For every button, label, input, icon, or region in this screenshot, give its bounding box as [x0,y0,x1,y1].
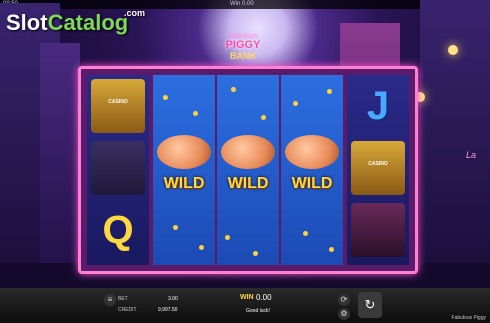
coin [261,115,266,120]
lady-symbol [351,203,405,257]
reel-1: CASINO Q [87,75,149,265]
logo-line3: BANK [230,51,256,61]
coin [231,87,236,92]
coin [303,231,308,236]
credit-label: CREDIT [118,307,137,313]
coin [329,247,334,252]
credit-value: 9,997.50 [158,307,178,313]
coin-stack-icon[interactable]: ≡ [104,294,116,306]
coin [225,235,230,240]
j-symbol: J [366,84,390,128]
watermark-logo: SlotCatalog .com [6,8,145,36]
reel-5: J CASINO [347,75,409,265]
coin [173,225,178,230]
building-right [420,0,490,263]
watermark-com: .com [124,8,146,18]
game-name: Fabulous Piggy [451,315,486,321]
piggy-bank-wild [221,135,275,169]
coin [327,89,332,94]
reel-frame: CASINO Q WILD WILD WILD J CASINO [78,66,418,274]
top-status-bar: 09:50 Win 0.00 Be [0,0,490,9]
game-screen: 09:50 Win 0.00 Be La SlotCatalog .com Fa… [0,0,490,323]
coin [163,95,168,100]
reel-3: WILD [217,75,279,265]
casino-symbol: CASINO [91,79,145,133]
coin [253,251,258,256]
q-symbol: Q [102,208,134,252]
pig-boss-symbol [91,141,145,195]
neon-sign: La [466,150,477,160]
coin [293,101,298,106]
casino-label: CASINO [108,99,128,105]
watermark-catalog: Catalog [47,10,129,35]
gear-icon[interactable]: ⚙ [338,308,350,320]
wild-label: WILD [291,175,333,192]
piggy-bank-wild [285,135,339,169]
spin-button[interactable]: ↻ [358,292,382,318]
building-left-2 [40,43,80,263]
win-value: 0.00 [256,293,272,302]
coin [193,111,198,116]
wild-label: WILD [163,175,205,192]
reel-2: WILD [153,75,215,265]
win-label: WIN [240,294,254,301]
wild-label: WILD [227,175,269,192]
autoplay-icon[interactable]: ⟳ [338,294,350,306]
status-message: Good luck! [246,308,270,314]
bet-value: 3.00 [168,296,178,302]
casino-symbol: CASINO [351,141,405,195]
street-lamp [448,45,458,55]
top-win-label: Win 0.00 [230,1,254,7]
piggy-bank-wild [157,135,211,169]
casino-label: CASINO [368,161,388,167]
reel-4: WILD [281,75,343,265]
bet-label: BET [118,296,128,302]
logo-line2: PIGGY [225,39,261,51]
watermark-slot: Slot [6,10,48,35]
coin [199,245,204,250]
